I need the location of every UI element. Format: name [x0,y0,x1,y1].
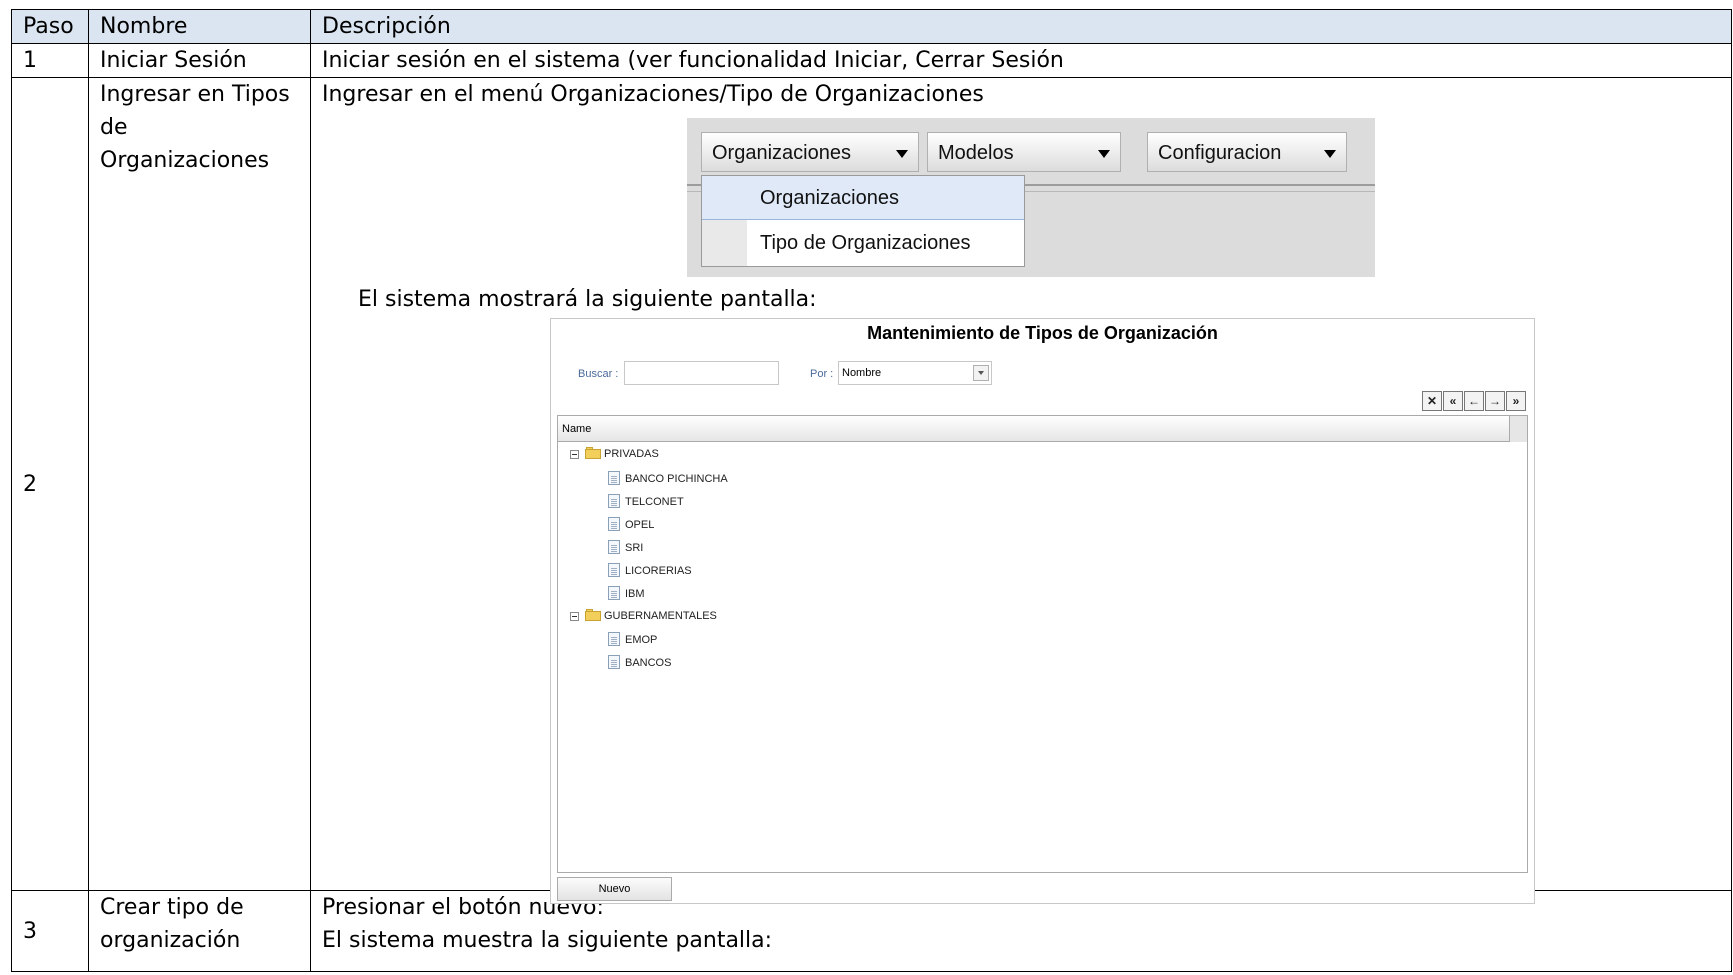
tree-folder-label[interactable]: GUBERNAMENTALES [604,608,717,624]
header-nombre: Nombre [88,9,311,44]
menu-screenshot: Organizaciones Modelos Configuracion Org… [687,118,1375,277]
tree-item[interactable]: LICORERIAS [625,563,692,579]
step-description-text: Ingresar en el menú Organizaciones/Tipo … [322,82,984,107]
step-name-line: Organizaciones [100,148,270,173]
folder-icon [585,609,601,621]
document-icon [608,586,620,600]
tree-item[interactable]: TELCONET [625,494,684,510]
tree-grid: Name PRIVADAS BANCO PICHINCHA TELCONET O… [557,415,1528,873]
step-number: 1 [11,43,89,78]
step-name: Iniciar Sesión [88,43,311,78]
step-number: 3 [11,890,89,972]
menu-organizaciones[interactable]: Organizaciones [701,132,919,172]
document-icon [608,540,620,554]
first-page-button[interactable]: « [1443,391,1463,411]
dropdown-item-tipo-organizaciones[interactable]: Tipo de Organizaciones [702,221,1024,265]
step-description: Iniciar sesión en el sistema (ver funcio… [310,43,1732,78]
menu-configuracion[interactable]: Configuracion [1147,132,1347,172]
step-name-line: organización [100,928,241,953]
step-number: 2 [11,77,89,891]
screen-title: Mantenimiento de Tipos de Organización [867,323,1218,343]
menu-modelos[interactable]: Modelos [927,132,1121,172]
tree-item[interactable]: BANCO PICHINCHA [625,471,728,487]
tree-item[interactable]: SRI [625,540,643,556]
tree-item[interactable]: IBM [625,586,645,602]
previous-page-icon: ← [1468,394,1480,408]
menu-label: Modelos [938,142,1014,164]
step-name-line: Ingresar en Tipos [100,82,290,107]
menu-label: Configuracion [1158,142,1282,164]
chevron-down-icon [1324,150,1336,158]
document-icon [608,517,620,531]
next-page-icon: → [1489,394,1501,408]
close-button[interactable]: ✕ [1422,391,1442,411]
last-page-button[interactable]: » [1506,391,1526,411]
step-description-line: El sistema muestra la siguiente pantalla… [322,928,773,953]
document-icon [608,563,620,577]
tree-item[interactable]: BANCOS [625,655,671,671]
document-icon [608,632,620,646]
collapse-icon[interactable] [570,612,579,621]
chevron-down-icon [896,150,908,158]
search-label: Buscar : [578,368,619,380]
step-name-line: Crear tipo de [100,895,244,920]
new-button[interactable]: Nuevo [557,877,672,901]
step-name: Ingresar en Tipos de Organizaciones [88,77,311,891]
maintenance-screenshot: Mantenimiento de Tipos de Organización B… [550,318,1535,904]
grid-header-scroll-cap [1509,416,1527,442]
collapse-icon[interactable] [570,450,579,459]
last-page-icon: » [1512,394,1520,408]
first-page-icon: « [1449,394,1457,408]
step-row-1: 1 Iniciar Sesión Iniciar sesión en el si… [11,43,1732,78]
step-name-line: de [100,115,128,140]
dropdown-menu: Organizaciones Tipo de Organizaciones [701,175,1025,267]
header-paso: Paso [11,9,89,44]
tree-item[interactable]: EMOP [625,632,657,648]
header-row: Paso Nombre Descripción [11,9,1732,44]
tree-folder-label[interactable]: PRIVADAS [604,446,659,462]
document-icon [608,655,620,669]
search-input[interactable] [624,361,779,385]
grid-column-header[interactable]: Name [558,416,1510,442]
document-icon [608,494,620,508]
tree-item[interactable]: OPEL [625,517,654,533]
search-by-select[interactable]: Nombre [838,361,992,385]
document-icon [608,471,620,485]
search-by-value: Nombre [842,367,882,379]
header-descripcion: Descripción [310,9,1732,44]
chevron-down-icon [1098,150,1110,158]
step-description-text: El sistema mostrará la siguiente pantall… [358,287,817,312]
dropdown-item-organizaciones[interactable]: Organizaciones [702,176,1024,220]
chevron-down-icon [973,365,989,381]
previous-page-button[interactable]: ← [1464,391,1484,411]
step-name: Crear tipo de organización [88,890,311,972]
by-label: Por : [810,368,834,380]
menu-label: Organizaciones [712,142,851,164]
folder-icon [585,447,601,459]
close-icon: ✕ [1426,394,1438,408]
next-page-button[interactable]: → [1485,391,1505,411]
